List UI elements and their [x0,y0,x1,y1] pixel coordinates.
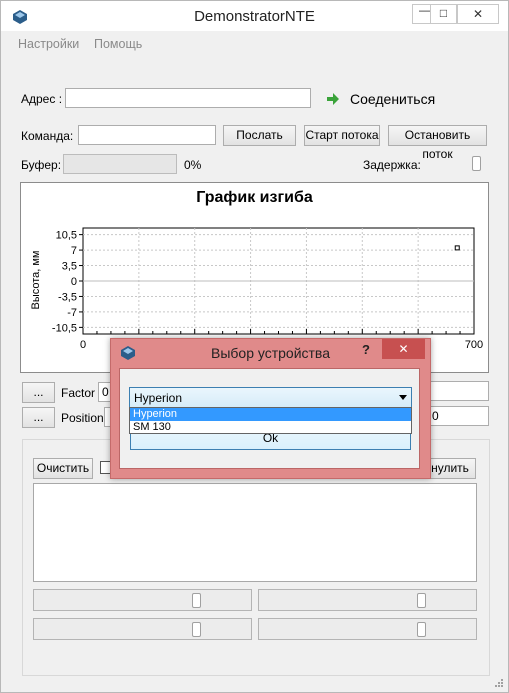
factor-right-input[interactable] [428,381,489,401]
chevron-down-icon [399,395,407,400]
maximize-button[interactable]: □ [430,4,457,24]
lcd-digit-2 [417,593,426,608]
lcd-digit-1 [192,593,201,608]
factor-browse-button[interactable]: ... [22,382,55,403]
y-tick-label: -10,5 [52,322,77,334]
zero-button[interactable]: нулить [424,458,476,479]
stop-stream-button[interactable]: Остановить поток [388,125,487,161]
start-stream-button[interactable]: Старт потока [304,125,380,146]
lcd-display-3 [33,618,252,640]
lcd-display-4 [258,618,477,640]
x-tick-label: 700 [465,339,483,351]
lcd-display-1 [33,589,252,611]
position-browse-button[interactable]: ... [22,407,55,428]
position-label: Position [61,411,104,425]
y-tick-label: 0 [71,276,77,288]
y-tick-label: 10,5 [56,230,77,242]
buffer-progress [63,154,177,174]
connect-button[interactable]: Соедениться [350,91,435,107]
device-option-sm130[interactable]: SM 130 [130,421,411,433]
dialog-help-button[interactable]: ? [362,342,370,357]
address-label: Адрес : [21,92,63,106]
y-tick-label: -3,5 [58,291,77,303]
menu-help[interactable]: Помощь [94,37,142,51]
lcd-display-2 [258,589,477,611]
y-tick-label: 3,5 [62,261,77,273]
send-button[interactable]: Послать [223,125,296,146]
delay-label: Задержка: [363,158,421,172]
factor-label: Factor [61,386,96,400]
y-tick-label: 7 [71,245,77,257]
buffer-percent: 0% [184,158,202,172]
delay-indicator [472,156,481,171]
resize-grip-icon[interactable] [492,676,504,688]
log-textarea[interactable] [33,483,477,582]
lcd-digit-3 [192,622,201,637]
device-select[interactable]: Hyperion [129,387,412,408]
device-option-hyperion[interactable]: Hyperion [130,408,411,421]
data-point [454,245,460,251]
menu-settings[interactable]: Настройки [18,37,79,51]
x-tick-label: 0 [80,339,86,351]
position-right-input[interactable]: 0 [428,406,489,426]
address-input[interactable] [65,88,311,108]
y-tick-label: -7 [67,307,77,319]
command-label: Команда: [21,129,74,143]
close-button[interactable]: ✕ [457,4,499,24]
clear-button[interactable]: Очистить [33,458,93,479]
lcd-digit-4 [417,622,426,637]
command-input[interactable] [78,125,216,145]
buffer-label: Буфер: [21,158,62,172]
dialog-close-button[interactable]: ✕ [382,339,425,359]
green-arrow-icon [327,93,339,105]
